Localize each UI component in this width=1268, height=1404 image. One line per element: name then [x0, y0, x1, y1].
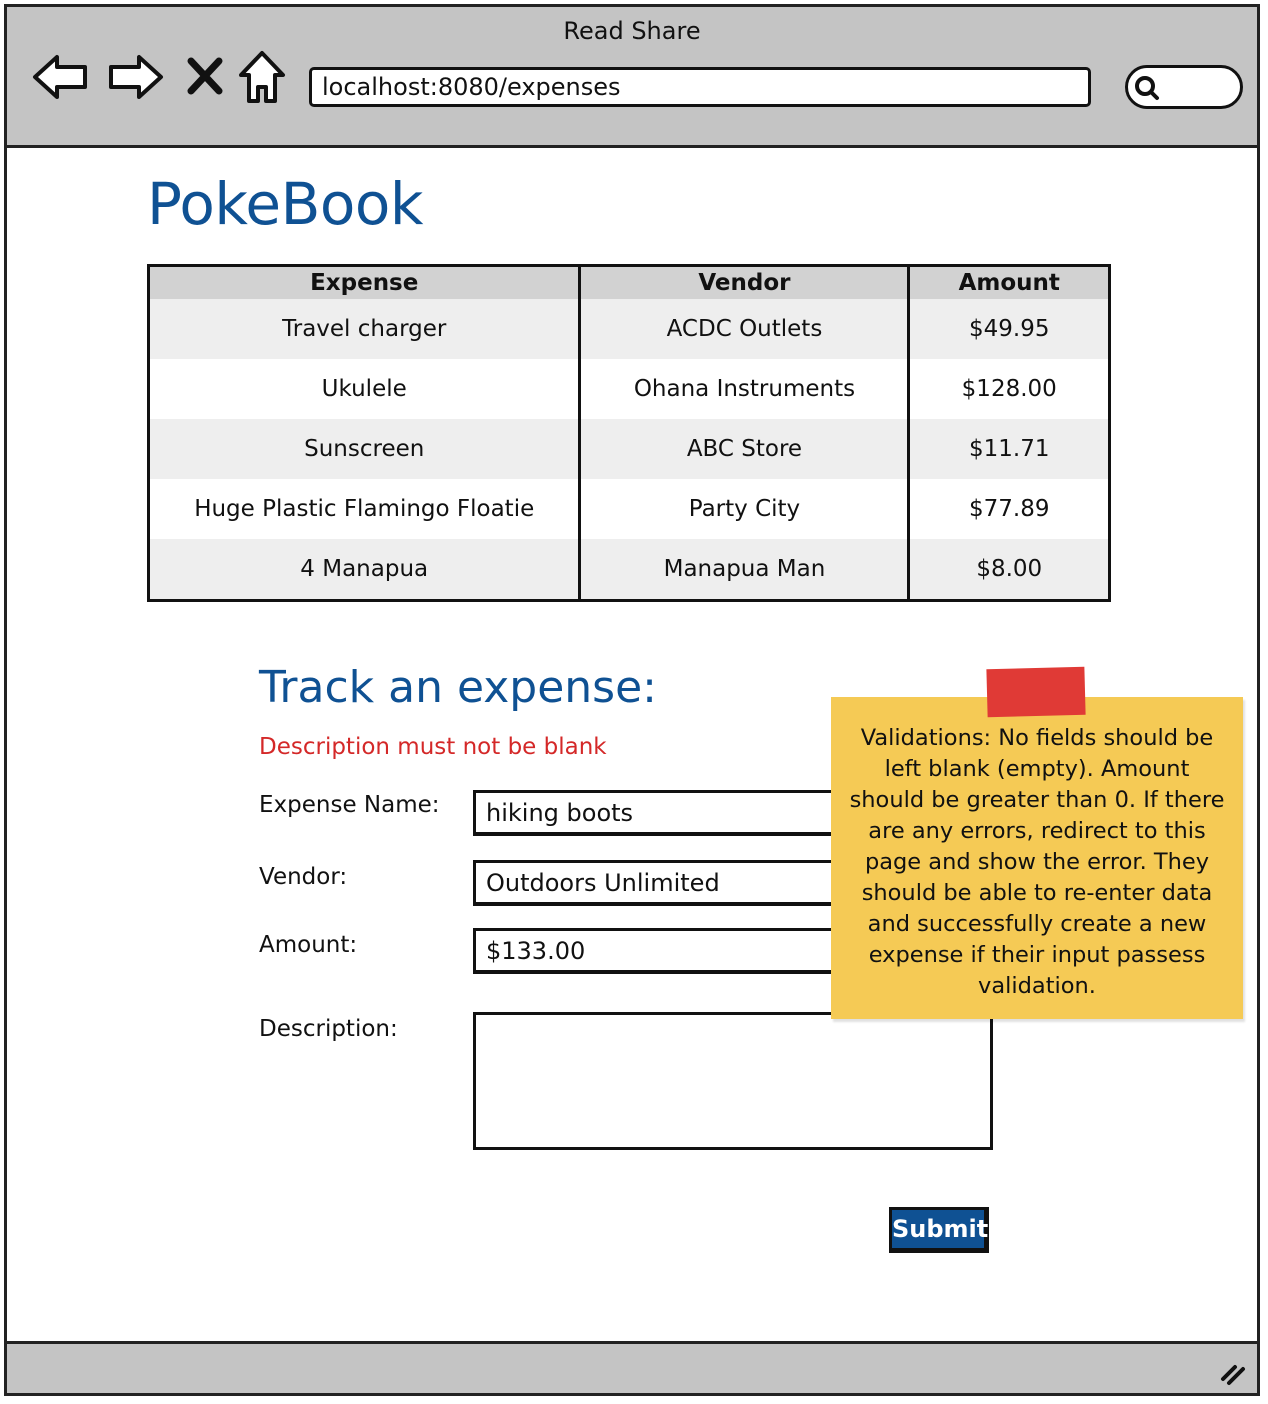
back-arrow-icon[interactable] [31, 47, 91, 107]
expense-cell: Travel charger [148, 299, 580, 359]
submit-button[interactable]: Submit [889, 1207, 989, 1253]
table-row: 4 Manapua Manapua Man $8.00 [148, 539, 1110, 601]
validation-error: Description must not be blank [259, 734, 607, 760]
vendor-label: Vendor: [259, 864, 348, 890]
search-field[interactable] [1125, 65, 1243, 109]
resize-grip-icon[interactable] [1219, 1361, 1247, 1387]
column-header-amount: Amount [907, 265, 1110, 299]
description-label: Description: [259, 1016, 398, 1042]
page-title: PokeBook [147, 170, 423, 238]
amount-label: Amount: [259, 932, 358, 958]
table-header-row: Expense Vendor Amount [148, 265, 1110, 299]
sticky-tape [986, 666, 1086, 718]
search-icon [1135, 76, 1159, 100]
expense-cell: Huge Plastic Flamingo Floatie [148, 479, 580, 539]
form-title: Track an expense: [259, 662, 657, 713]
home-icon[interactable] [235, 47, 289, 107]
vendor-cell: Ohana Instruments [578, 359, 909, 419]
expenses-table: Expense Vendor Amount Travel charger ACD… [147, 264, 1111, 602]
expense-cell: Ukulele [148, 359, 580, 419]
amount-cell: $128.00 [907, 359, 1110, 419]
sticky-note: Validations: No fields should be left bl… [831, 697, 1243, 1019]
browser-toolbar: Read Share localhost:8080/expenses [7, 7, 1257, 148]
status-bar [7, 1341, 1257, 1393]
expense-name-label: Expense Name: [259, 792, 440, 818]
table-row: Huge Plastic Flamingo Floatie Party City… [148, 479, 1110, 539]
address-bar[interactable]: localhost:8080/expenses [309, 67, 1091, 107]
table-row: Ukulele Ohana Instruments $128.00 [148, 359, 1110, 419]
window-title: Read Share [563, 17, 701, 45]
expense-cell: 4 Manapua [148, 539, 580, 601]
description-textarea[interactable] [473, 1012, 993, 1150]
forward-arrow-icon[interactable] [105, 47, 165, 107]
column-header-expense: Expense [148, 265, 580, 299]
vendor-cell: Manapua Man [578, 539, 909, 601]
vendor-cell: Party City [578, 479, 909, 539]
amount-cell: $8.00 [907, 539, 1110, 601]
vendor-cell: ABC Store [578, 419, 909, 479]
table-row: Sunscreen ABC Store $11.71 [148, 419, 1110, 479]
stop-icon[interactable] [183, 47, 227, 107]
table-row: Travel charger ACDC Outlets $49.95 [148, 299, 1110, 359]
vendor-cell: ACDC Outlets [578, 299, 909, 359]
amount-cell: $77.89 [907, 479, 1110, 539]
amount-cell: $49.95 [907, 299, 1110, 359]
expense-cell: Sunscreen [148, 419, 580, 479]
amount-cell: $11.71 [907, 419, 1110, 479]
column-header-vendor: Vendor [578, 265, 909, 299]
sticky-note-text: Validations: No fields should be left bl… [849, 725, 1225, 999]
